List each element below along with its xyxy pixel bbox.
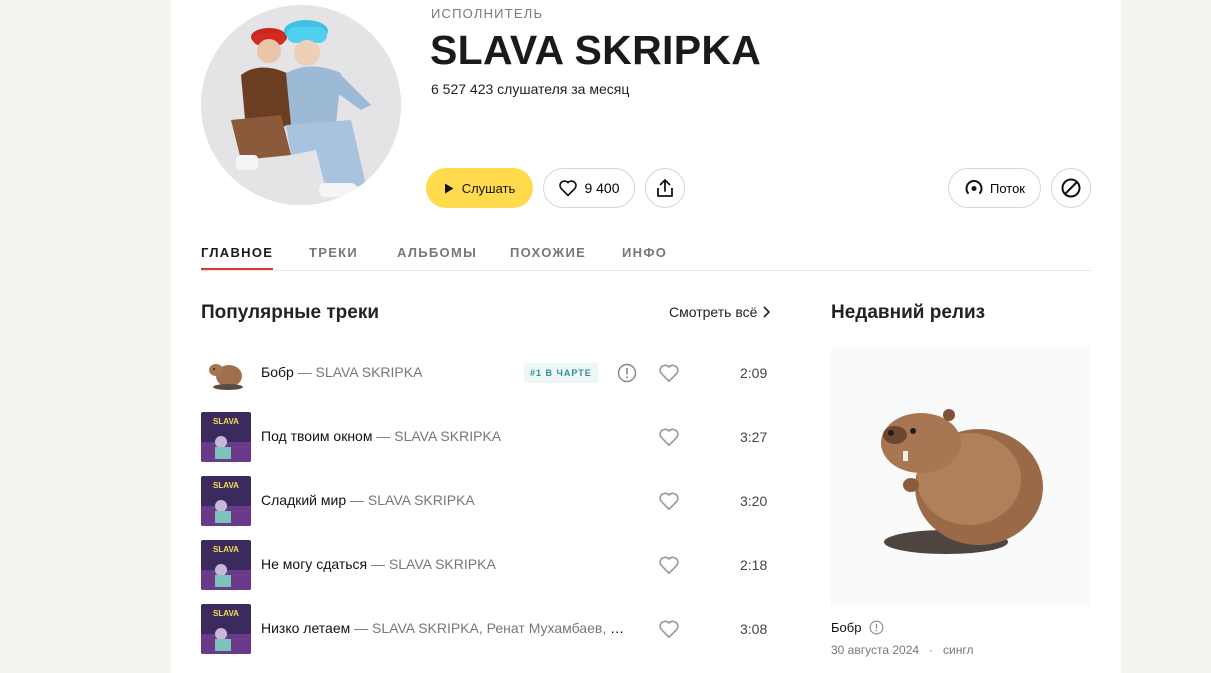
artist-kind-label: ИСПОЛНИТЕЛЬ [431, 6, 544, 21]
release-type: сингл [943, 643, 974, 657]
release-meta: 30 августа 2024 · сингл [831, 643, 974, 657]
track-row[interactable]: Бобр — SLAVA SKRIPKA #1 В ЧАРТЕ 2:09 [201, 348, 781, 398]
track-row[interactable]: SLAVA Низко летаем — SLAVA SKRIPKA, Рена… [201, 604, 781, 654]
heart-icon[interactable] [658, 363, 680, 383]
track-text: Низко летаем — SLAVA SKRIPKA, Ренат Муха… [261, 620, 635, 636]
track-row[interactable]: SLAVA Сладкий мир — SLAVA SKRIPKA 3:20 [201, 476, 781, 526]
tab-main[interactable]: ГЛАВНОЕ [201, 245, 274, 270]
track-title[interactable]: Не могу сдаться [261, 556, 367, 572]
track-artist[interactable]: — SLAVA SKRIPKA [346, 492, 475, 508]
svg-text:SLAVA: SLAVA [213, 545, 239, 554]
track-text: Под твоим окном — SLAVA SKRIPKA [261, 428, 501, 444]
artist-page: ИСПОЛНИТЕЛЬ SLAVA SKRIPKA 6 527 423 слуш… [171, 0, 1121, 673]
track-title[interactable]: Сладкий мир [261, 492, 346, 508]
svg-text:SLAVA: SLAVA [213, 609, 239, 618]
tab-tracks[interactable]: ТРЕКИ [309, 245, 358, 268]
recent-release-title: Недавний релиз [831, 302, 986, 323]
heart-icon[interactable] [658, 619, 680, 639]
release-name[interactable]: Бобр [831, 620, 861, 635]
like-artist-button[interactable]: 9 400 [543, 168, 635, 208]
track-row[interactable]: SLAVA Под твоим окном — SLAVA SKRIPKA 3:… [201, 412, 781, 462]
artist-tabs: ГЛАВНОЕ ТРЕКИ АЛЬБОМЫ ПОХОЖИЕ ИНФО [201, 245, 1091, 271]
play-button[interactable]: Слушать [426, 168, 533, 208]
share-button[interactable] [645, 168, 685, 208]
tab-info[interactable]: ИНФО [622, 245, 667, 268]
popular-tracks-title: Популярные треки [201, 302, 380, 323]
track-title[interactable]: Под твоим окном [261, 428, 372, 444]
track-text: Бобр — SLAVA SKRIPKA [261, 364, 422, 380]
see-all-label: Смотреть всё [669, 304, 758, 320]
tab-albums[interactable]: АЛЬБОМЫ [397, 245, 477, 268]
flow-icon [965, 180, 983, 194]
track-artist[interactable]: — SLAVA SKRIPKA [372, 428, 501, 444]
track-cover [201, 348, 251, 398]
explicit-info-icon[interactable] [617, 363, 637, 383]
meta-separator: · [929, 643, 934, 657]
heart-icon[interactable] [658, 427, 680, 447]
share-icon [657, 179, 673, 197]
flow-button[interactable]: Поток [948, 168, 1041, 208]
heart-icon[interactable] [658, 555, 680, 575]
flow-button-label: Поток [989, 180, 1025, 196]
track-artist[interactable]: — SLAVA SKRIPKA [367, 556, 496, 572]
see-all-link[interactable]: Смотреть всё [669, 304, 771, 320]
chart-badge: #1 В ЧАРТЕ [524, 363, 598, 383]
tab-similar[interactable]: ПОХОЖИЕ [510, 245, 586, 268]
svg-text:SLAVA: SLAVA [213, 417, 239, 426]
heart-icon [559, 180, 578, 197]
track-duration: 2:18 [740, 557, 768, 573]
monthly-listeners: 6 527 423 слушателя за месяц [431, 81, 630, 97]
track-duration: 3:27 [740, 429, 768, 445]
play-icon [444, 183, 454, 193]
release-cover[interactable] [831, 347, 1090, 607]
track-cover: SLAVA [201, 412, 251, 462]
artist-avatar [201, 5, 401, 205]
chevron-right-icon [763, 306, 771, 318]
track-text: Сладкий мир — SLAVA SKRIPKA [261, 492, 475, 508]
track-duration: 3:20 [740, 493, 768, 509]
release-date: 30 августа 2024 [831, 643, 920, 657]
heart-icon[interactable] [658, 491, 680, 511]
track-duration: 3:08 [740, 621, 768, 637]
block-icon [1061, 178, 1081, 198]
track-cover: SLAVA [201, 476, 251, 526]
track-text: Не могу сдаться — SLAVA SKRIPKA [261, 556, 496, 572]
play-button-label: Слушать [461, 180, 516, 196]
svg-text:SLAVA: SLAVA [213, 481, 239, 490]
likes-count: 9 400 [584, 180, 620, 196]
explicit-info-icon [870, 620, 884, 635]
track-duration: 2:09 [740, 365, 768, 381]
track-cover: SLAVA [201, 540, 251, 590]
release-title[interactable]: Бобр [831, 620, 884, 635]
track-row[interactable]: SLAVA Не могу сдаться — SLAVA SKRIPKA 2:… [201, 540, 781, 590]
track-artist[interactable]: — SLAVA SKRIPKA, Ренат Мухамбаев, Ми... [350, 620, 635, 636]
track-cover: SLAVA [201, 604, 251, 654]
block-artist-button[interactable] [1051, 168, 1091, 208]
artist-name: SLAVA SKRIPKA [430, 27, 762, 73]
track-title[interactable]: Бобр [261, 364, 294, 380]
track-title[interactable]: Низко летаем [261, 620, 350, 636]
track-artist[interactable]: — SLAVA SKRIPKA [294, 364, 423, 380]
